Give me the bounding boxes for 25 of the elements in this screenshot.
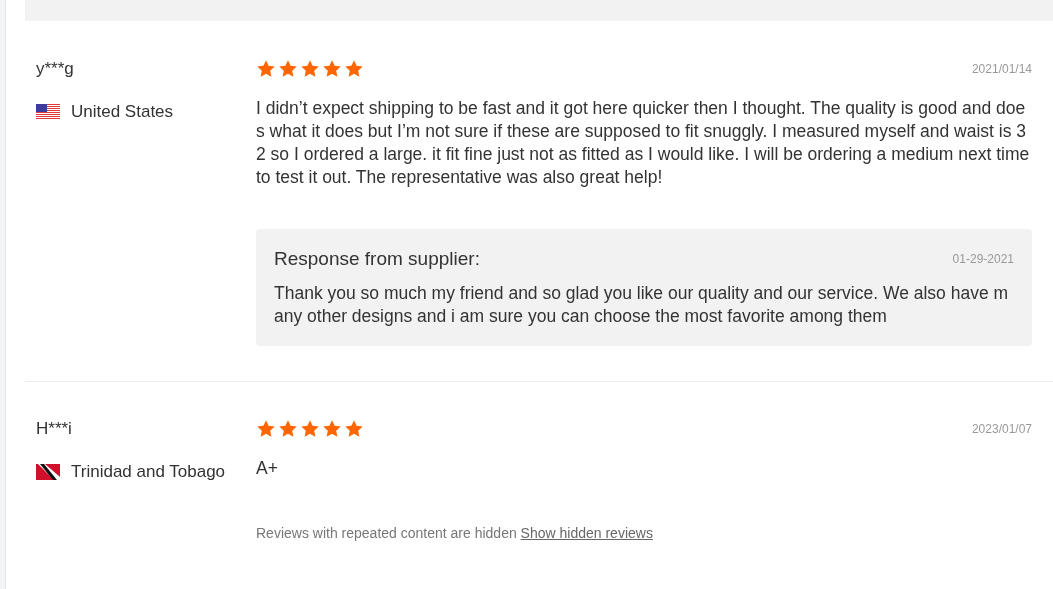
star-icon (344, 418, 364, 439)
star-icon (322, 59, 342, 79)
star-icon (256, 59, 276, 79)
review-text: A+ (256, 456, 279, 480)
response-date: 01-29-2021 (952, 251, 1014, 269)
response-text: Thank you so much my friend and so glad you like our quality and our service. We also have many other designs and i am sure you can choose the most favorite among them (274, 281, 1010, 328)
hidden-reviews-note: Reviews with repeated content are hidden (256, 524, 518, 541)
star-icon (278, 59, 298, 79)
star-icon (322, 418, 342, 439)
star-icon (256, 418, 276, 439)
star-icon (300, 59, 320, 79)
response-title: Response from supplier: (274, 247, 480, 271)
review-date: 2023/01/07 (971, 420, 1032, 438)
country-name: Trinidad and Tobago (71, 460, 226, 483)
review-text: I didn’t expect shipping to be fast and it got here quicker then I thought. The quality is good and does what it does but I’m not sure if these are supposed to fit snuggly. I measured myself and waist is 32 so I ordered a large. it fit fine just not as fitted as I would like. I will be ordering a medium next time to test it out. The representative was also great help! (256, 97, 1031, 189)
reviewer-name: y***g (36, 58, 75, 80)
review-date: 2021/01/14 (971, 61, 1032, 78)
flag-icon (36, 104, 60, 120)
country-name: United States (71, 101, 174, 123)
star-icon (278, 418, 298, 439)
star-icon (300, 418, 320, 439)
show-hidden-reviews-link[interactable]: Show hidden reviews (520, 524, 653, 541)
reviewer-name: H***i (36, 417, 73, 440)
flag-icon (36, 463, 60, 480)
star-icon (344, 59, 364, 79)
